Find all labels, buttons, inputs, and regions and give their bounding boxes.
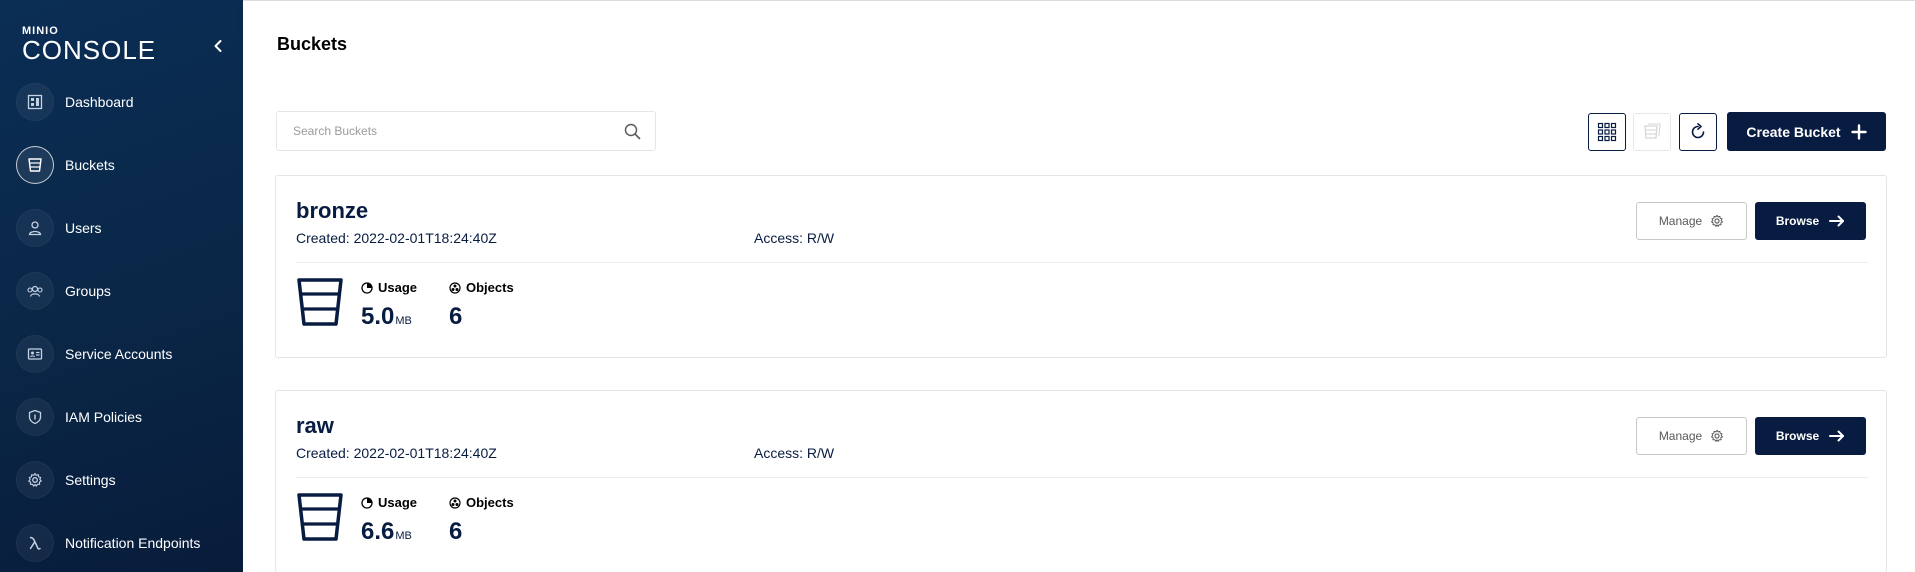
browse-button[interactable]: Browse (1755, 202, 1866, 240)
objects-label: Objects (466, 280, 514, 295)
grid-icon (1597, 122, 1617, 142)
bucket-icon (16, 146, 54, 184)
sidebar-item-dashboard[interactable]: Dashboard (16, 82, 134, 122)
sidebar-item-label: Dashboard (65, 94, 134, 110)
sidebar-item-iam-policies[interactable]: IAM Policies (16, 397, 142, 437)
chevron-left-icon (214, 40, 222, 52)
logo-big-text: CONSOLE (22, 35, 157, 65)
page-title: Buckets (277, 34, 348, 54)
sidebar: MINIO CONSOLE Dashboard Buckets Users Gr… (0, 0, 243, 572)
sidebar-item-label: Groups (65, 283, 111, 299)
sidebar-item-buckets[interactable]: Buckets (16, 145, 115, 185)
gear-icon (16, 461, 54, 499)
arrow-right-icon (1829, 215, 1845, 227)
sidebar-item-label: Settings (65, 472, 116, 488)
minio-console-logo: MINIO CONSOLE (22, 26, 157, 65)
manage-button[interactable]: Manage (1636, 202, 1747, 240)
usage-stat: Usage 6.6MB (361, 495, 417, 546)
sidebar-item-label: Buckets (65, 157, 115, 173)
user-icon (16, 209, 54, 247)
manage-button[interactable]: Manage (1636, 417, 1747, 455)
manage-label: Manage (1658, 214, 1703, 228)
page-header: Buckets (243, 0, 1915, 80)
search-box (276, 111, 656, 151)
bucket-created-date: Created: 2022-02-01T18:24:40Z (296, 230, 497, 246)
objects-icon (449, 281, 461, 294)
objects-stat: Objects 6 (449, 495, 514, 546)
objects-value: 6 (449, 518, 463, 545)
grid-view-button[interactable] (1588, 113, 1626, 151)
groups-icon (16, 272, 54, 310)
objects-icon (449, 496, 461, 509)
collapse-sidebar-button[interactable] (208, 36, 228, 56)
usage-label: Usage (378, 495, 418, 510)
shield-icon (16, 398, 54, 436)
refresh-button[interactable] (1679, 113, 1717, 151)
sidebar-item-service-accounts[interactable]: Service Accounts (16, 334, 172, 374)
create-bucket-label: Create Bucket (1746, 123, 1841, 140)
sidebar-item-label: IAM Policies (65, 409, 143, 425)
usage-label: Usage (378, 280, 418, 295)
manage-label: Manage (1658, 429, 1703, 443)
usage-value: 6.6 (361, 518, 395, 545)
bucket-created-date: Created: 2022-02-01T18:24:40Z (296, 445, 497, 461)
bucket-card: bronze Created: 2022-02-01T18:24:40Z Acc… (275, 175, 1887, 358)
browse-label: Browse (1775, 214, 1820, 228)
bucket-card: raw Created: 2022-02-01T18:24:40Z Access… (275, 390, 1887, 572)
stacked-buckets-icon (1644, 123, 1661, 139)
sidebar-item-groups[interactable]: Groups (16, 271, 111, 311)
plus-icon (1850, 123, 1867, 140)
pie-chart-icon (361, 496, 373, 509)
sidebar-item-notification-endpoints[interactable]: Notification Endpoints (16, 523, 200, 563)
bulk-replication-button[interactable] (1633, 113, 1671, 151)
dashboard-icon (16, 83, 54, 121)
usage-unit: MB (395, 530, 412, 542)
card-divider (296, 477, 1868, 478)
bucket-access: Access: R/W (754, 230, 835, 246)
lambda-icon (16, 524, 54, 562)
main-content: Create Bucket bronze Created: 2022-02-01… (243, 80, 1915, 572)
bucket-access: Access: R/W (754, 445, 835, 461)
create-bucket-button[interactable]: Create Bucket (1727, 112, 1886, 151)
sidebar-item-users[interactable]: Users (16, 208, 102, 248)
bucket-name[interactable]: raw (296, 413, 334, 439)
bucket-icon (297, 493, 343, 541)
usage-stat: Usage 5.0MB (361, 280, 417, 331)
objects-label: Objects (466, 495, 514, 510)
gear-icon (1711, 429, 1724, 442)
refresh-icon (1691, 123, 1705, 139)
browse-button[interactable]: Browse (1755, 417, 1866, 455)
bucket-icon (297, 278, 343, 326)
bucket-name[interactable]: bronze (296, 198, 368, 224)
browse-label: Browse (1775, 429, 1820, 443)
sidebar-item-settings[interactable]: Settings (16, 460, 116, 500)
sidebar-item-label: Users (65, 220, 102, 236)
sidebar-item-label: Service Accounts (65, 346, 173, 362)
sidebar-item-label: Notification Endpoints (65, 535, 201, 551)
objects-value: 6 (449, 303, 463, 330)
search-input[interactable] (277, 112, 617, 150)
gear-icon (1711, 214, 1724, 227)
arrow-right-icon (1829, 430, 1845, 442)
usage-value: 5.0 (361, 303, 395, 330)
pie-chart-icon (361, 281, 373, 294)
card-divider (296, 262, 1868, 263)
id-card-icon (16, 335, 54, 373)
usage-unit: MB (395, 315, 412, 327)
search-icon[interactable] (624, 123, 641, 140)
objects-stat: Objects 6 (449, 280, 514, 331)
